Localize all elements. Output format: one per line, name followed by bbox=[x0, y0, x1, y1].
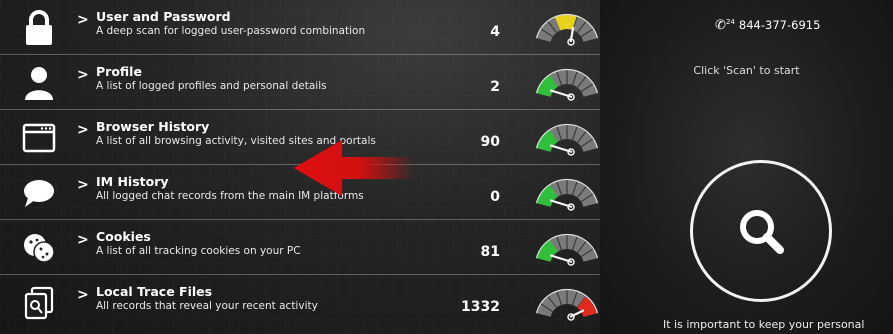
category-row-user-password[interactable]: > User and Password A deep scan for logg… bbox=[0, 0, 600, 55]
category-title: User and Password bbox=[96, 9, 231, 24]
cookie-icon bbox=[20, 229, 58, 267]
category-count: 0 bbox=[490, 189, 500, 205]
user-icon bbox=[20, 64, 58, 102]
risk-gauge bbox=[535, 178, 599, 211]
category-row-cookies[interactable]: > Cookies A list of all tracking cookies… bbox=[0, 220, 600, 275]
risk-gauge bbox=[535, 233, 599, 266]
category-row-profile[interactable]: > Profile A list of logged profiles and … bbox=[0, 55, 600, 110]
category-count: 4 bbox=[490, 24, 500, 40]
category-description: A deep scan for logged user-password com… bbox=[96, 25, 366, 37]
category-title: Browser History bbox=[96, 119, 210, 134]
category-count: 2 bbox=[490, 79, 500, 95]
browser-window-icon bbox=[20, 119, 58, 157]
phone-number: 844-377-6915 bbox=[738, 18, 821, 32]
phone-24h-badge: 24 bbox=[726, 18, 735, 27]
chat-bubble-icon bbox=[20, 174, 58, 212]
footer-note: It is important to keep your personal bbox=[663, 318, 865, 331]
scan-hint: Click 'Scan' to start bbox=[693, 64, 800, 77]
files-icon bbox=[20, 284, 58, 322]
risk-gauge bbox=[535, 68, 599, 101]
lock-icon bbox=[20, 9, 58, 47]
category-title: Profile bbox=[96, 64, 142, 79]
gauge-level-segment bbox=[576, 296, 598, 318]
category-count: 81 bbox=[480, 244, 500, 260]
risk-gauge bbox=[535, 123, 599, 156]
category-row-local-trace-files[interactable]: > Local Trace Files All records that rev… bbox=[0, 275, 600, 334]
red-arrow-pointer bbox=[294, 140, 415, 196]
category-count: 1332 bbox=[461, 299, 500, 315]
category-description: All records that reveal your recent acti… bbox=[96, 300, 318, 312]
category-title: IM History bbox=[96, 174, 169, 189]
category-description: A list of all tracking cookies on your P… bbox=[96, 245, 301, 257]
chevron-right-icon: > bbox=[77, 67, 89, 83]
scan-categories-panel: > User and Password A deep scan for logg… bbox=[0, 0, 600, 334]
gauge-level-segment bbox=[536, 185, 559, 208]
gauge-level-segment bbox=[536, 75, 559, 98]
scan-button[interactable] bbox=[690, 160, 832, 302]
chevron-right-icon: > bbox=[77, 122, 89, 138]
chevron-right-icon: > bbox=[77, 232, 89, 248]
category-count: 90 bbox=[480, 134, 500, 150]
chevron-right-icon: > bbox=[77, 287, 89, 303]
category-title: Cookies bbox=[96, 229, 151, 244]
gauge-level-segment bbox=[555, 15, 577, 31]
category-title: Local Trace Files bbox=[96, 284, 213, 299]
gauge-level-segment bbox=[536, 240, 559, 263]
chevron-right-icon: > bbox=[77, 12, 89, 28]
support-phone[interactable]: ✆24 844-377-6915 bbox=[715, 18, 820, 33]
gauge-level-segment bbox=[536, 130, 559, 153]
magnifier-icon bbox=[740, 210, 784, 254]
risk-gauge bbox=[535, 13, 599, 46]
category-description: A list of logged profiles and personal d… bbox=[96, 80, 327, 92]
risk-gauge bbox=[535, 288, 599, 321]
chevron-right-icon: > bbox=[77, 177, 89, 193]
